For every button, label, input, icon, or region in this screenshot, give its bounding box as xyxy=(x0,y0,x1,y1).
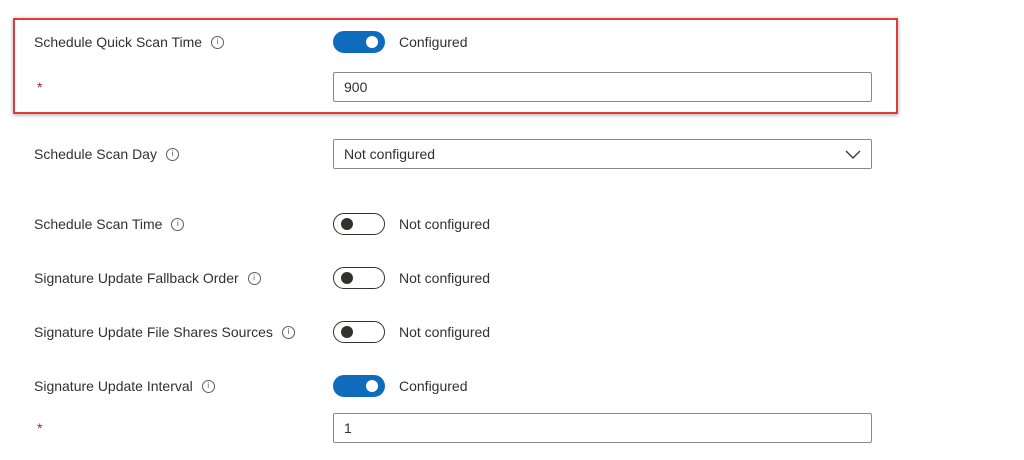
scan-day-dropdown[interactable]: Not configured xyxy=(333,139,872,169)
toggle-knob xyxy=(341,218,353,230)
toggle-state-label: Not configured xyxy=(399,270,491,286)
info-icon[interactable]: i xyxy=(201,379,215,393)
setting-label: Signature Update Interval xyxy=(34,378,193,394)
quick-scan-time-input[interactable] xyxy=(333,72,872,102)
setting-label: Schedule Scan Time xyxy=(34,216,163,232)
setting-row-quick-scan-time: Schedule Quick Scan Time i Configured xyxy=(0,25,1024,59)
info-icon[interactable]: i xyxy=(281,325,295,339)
dropdown-selected-value: Not configured xyxy=(344,146,436,162)
info-icon[interactable]: i xyxy=(171,217,185,231)
info-icon[interactable]: i xyxy=(247,271,261,285)
setting-row-scan-day: Schedule Scan Day i Not configured xyxy=(0,137,1024,171)
toggle-state-label: Not configured xyxy=(399,324,491,340)
setting-label: Schedule Scan Day xyxy=(34,146,157,162)
toggle-state-label: Not configured xyxy=(399,216,491,232)
setting-row-scan-time: Schedule Scan Time i Not configured xyxy=(0,207,1024,241)
toggle-switch[interactable] xyxy=(333,267,385,289)
setting-row-quick-scan-time-value: * xyxy=(0,70,1024,104)
toggle-state-label: Configured xyxy=(399,34,468,50)
setting-row-update-interval-value: * xyxy=(0,411,1024,445)
toggle-switch[interactable] xyxy=(333,375,385,397)
required-asterisk: * xyxy=(37,420,43,436)
update-interval-input[interactable] xyxy=(333,413,872,443)
toggle-state-label: Configured xyxy=(399,378,468,394)
setting-row-fallback-order: Signature Update Fallback Order i Not co… xyxy=(0,261,1024,295)
toggle-switch[interactable] xyxy=(333,213,385,235)
setting-row-file-shares: Signature Update File Shares Sources i N… xyxy=(0,315,1024,349)
required-asterisk: * xyxy=(37,79,43,95)
setting-label: Signature Update File Shares Sources xyxy=(34,324,273,340)
toggle-knob xyxy=(366,36,378,48)
toggle-knob xyxy=(341,326,353,338)
toggle-switch[interactable] xyxy=(333,31,385,53)
info-icon[interactable]: i xyxy=(211,35,225,49)
toggle-switch[interactable] xyxy=(333,321,385,343)
setting-label: Schedule Quick Scan Time xyxy=(34,34,203,50)
setting-label: Signature Update Fallback Order xyxy=(34,270,239,286)
toggle-knob xyxy=(366,380,378,392)
info-icon[interactable]: i xyxy=(165,147,179,161)
setting-row-update-interval: Signature Update Interval i Configured xyxy=(0,369,1024,403)
chevron-down-icon xyxy=(845,150,861,159)
toggle-knob xyxy=(341,272,353,284)
